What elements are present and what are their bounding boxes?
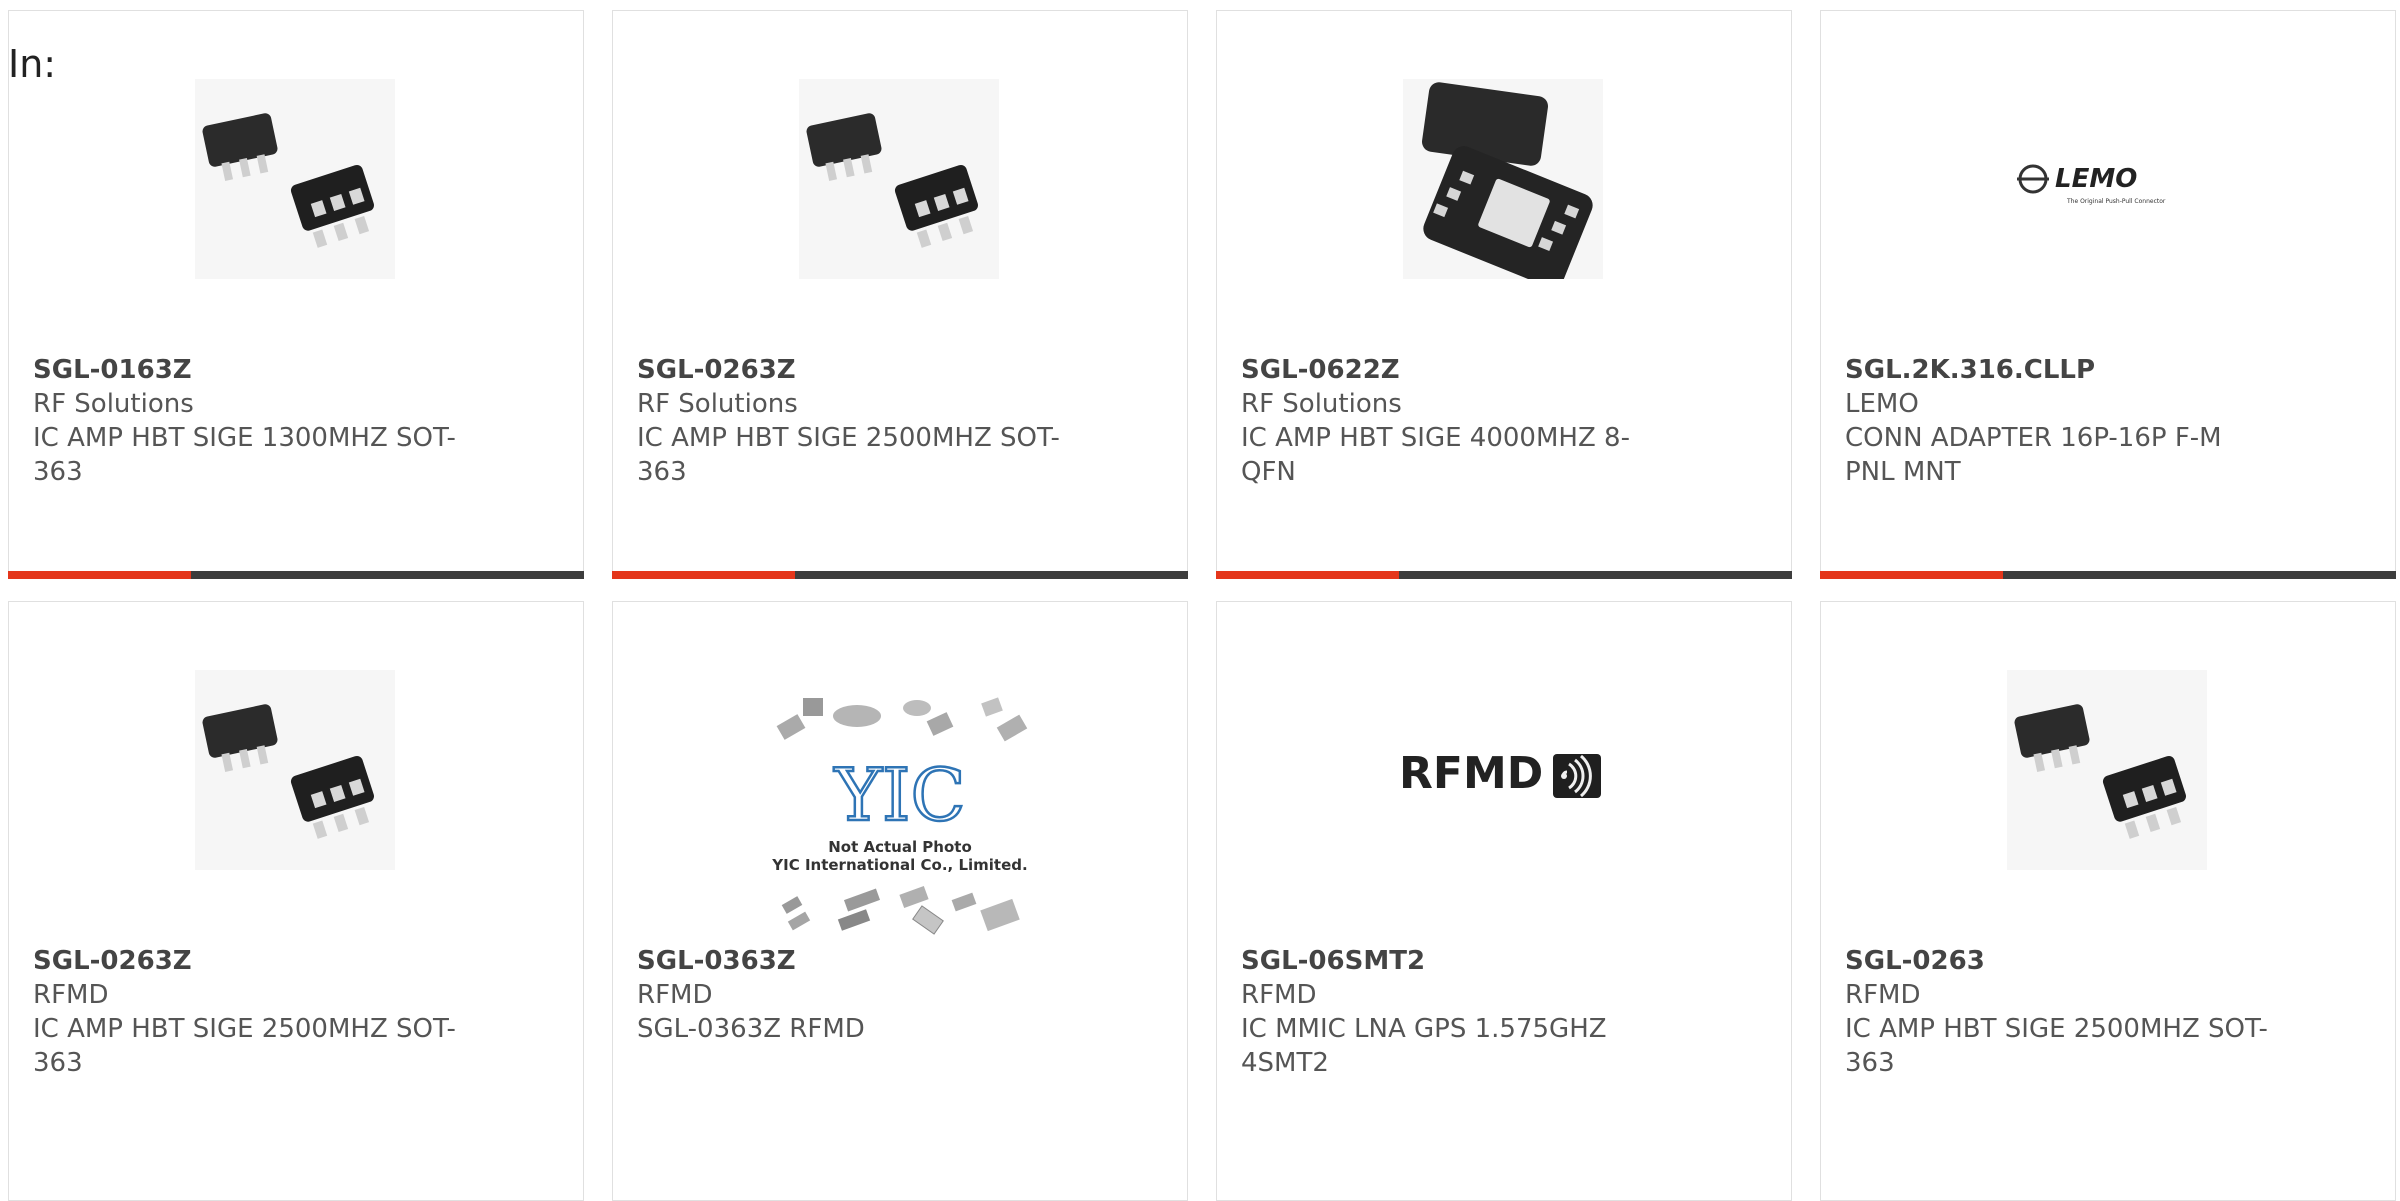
product-grid: SGL-0163Z RF Solutions IC AMP HBT SIGE 1… xyxy=(8,10,2400,1201)
product-image[interactable] xyxy=(195,670,395,870)
card-footer-bar xyxy=(1216,571,1792,579)
product-card[interactable]: RFMD SGL-06SMT2 RFMD IC MMIC LNA GPS 1.5… xyxy=(1216,601,1792,1201)
card-footer-bar xyxy=(8,571,584,579)
product-card[interactable]: SGL-0263Z RFMD IC AMP HBT SIGE 2500MHZ S… xyxy=(8,601,584,1201)
svg-text:RFMD: RFMD xyxy=(1403,748,1543,799)
manufacturer: RFMD xyxy=(637,980,713,1010)
part-number[interactable]: SGL.2K.316.CLLP xyxy=(1845,353,2275,387)
product-image[interactable]: RFMD xyxy=(1403,670,1603,870)
manufacturer: RFMD xyxy=(33,980,109,1010)
part-number[interactable]: SGL-0622Z xyxy=(1241,353,1671,387)
svg-text:The Original Push-Pull Connect: The Original Push-Pull Connector xyxy=(2066,198,2166,205)
part-number[interactable]: SGL-0263 xyxy=(1845,944,2275,978)
product-info: SGL-0363Z RFMD SGL-0363Z RFMD xyxy=(637,944,1067,1046)
rfmd-logo: RFMD xyxy=(1403,748,1601,799)
product-image[interactable]: YIC Not Actual Photo YIC International C… xyxy=(769,694,1031,936)
svg-text:YIC International Co., Limited: YIC International Co., Limited. xyxy=(771,856,1027,874)
description: IC AMP HBT SIGE 4000MHZ 8-QFN xyxy=(1241,423,1630,487)
card-footer-bar xyxy=(1820,571,2396,579)
sot363-chip-icon xyxy=(2014,704,2186,839)
manufacturer: RFMD xyxy=(1845,980,1921,1010)
part-number[interactable]: SGL-0263Z xyxy=(637,353,1067,387)
lemo-logo: LEMO The Original Push-Pull Connector xyxy=(2017,164,2166,205)
product-info: SGL-0263Z RF Solutions IC AMP HBT SIGE 2… xyxy=(637,353,1067,489)
product-card[interactable]: SGL-0622Z RF Solutions IC AMP HBT SIGE 4… xyxy=(1216,10,1792,579)
product-card[interactable]: LEMO The Original Push-Pull Connector SG… xyxy=(1820,10,2396,579)
product-info: SGL-0163Z RF Solutions IC AMP HBT SIGE 1… xyxy=(33,353,463,489)
filter-label: In: xyxy=(8,42,57,86)
product-info: SGL-0263Z RFMD IC AMP HBT SIGE 2500MHZ S… xyxy=(33,944,463,1080)
product-info: SGL-06SMT2 RFMD IC MMIC LNA GPS 1.575GHZ… xyxy=(1241,944,1671,1080)
qfn-chip-icon xyxy=(1422,82,1593,279)
product-image[interactable] xyxy=(799,79,999,279)
sot363-chip-icon xyxy=(806,113,978,248)
manufacturer: RF Solutions xyxy=(637,389,798,419)
product-image[interactable]: LEMO The Original Push-Pull Connector xyxy=(2007,79,2207,279)
manufacturer: LEMO xyxy=(1845,389,1919,419)
description: IC AMP HBT SIGE 2500MHZ SOT-363 xyxy=(637,423,1060,487)
part-number[interactable]: SGL-0363Z xyxy=(637,944,1067,978)
description: SGL-0363Z RFMD xyxy=(637,1014,865,1044)
product-card[interactable]: SGL-0163Z RF Solutions IC AMP HBT SIGE 1… xyxy=(8,10,584,579)
yic-placeholder-image: YIC Not Actual Photo YIC International C… xyxy=(771,697,1028,935)
product-card[interactable]: SGL-0263Z RF Solutions IC AMP HBT SIGE 2… xyxy=(612,10,1188,579)
description: IC AMP HBT SIGE 2500MHZ SOT-363 xyxy=(1845,1014,2268,1078)
product-info: SGL-0622Z RF Solutions IC AMP HBT SIGE 4… xyxy=(1241,353,1671,489)
product-image[interactable] xyxy=(1403,79,1603,279)
product-card[interactable]: YIC Not Actual Photo YIC International C… xyxy=(612,601,1188,1201)
part-number[interactable]: SGL-06SMT2 xyxy=(1241,944,1671,978)
product-image[interactable] xyxy=(2007,670,2207,870)
product-card[interactable]: SGL-0263 RFMD IC AMP HBT SIGE 2500MHZ SO… xyxy=(1820,601,2396,1201)
description: IC AMP HBT SIGE 1300MHZ SOT-363 xyxy=(33,423,456,487)
sot363-chip-icon xyxy=(202,704,374,839)
description: IC AMP HBT SIGE 2500MHZ SOT-363 xyxy=(33,1014,456,1078)
sot363-chip-icon xyxy=(202,113,374,248)
svg-text:YIC: YIC xyxy=(833,753,965,837)
card-footer-bar xyxy=(612,571,1188,579)
part-number[interactable]: SGL-0163Z xyxy=(33,353,463,387)
description: IC MMIC LNA GPS 1.575GHZ 4SMT2 xyxy=(1241,1014,1607,1078)
product-info: SGL.2K.316.CLLP LEMO CONN ADAPTER 16P-16… xyxy=(1845,353,2275,489)
description: CONN ADAPTER 16P-16P F-M PNL MNT xyxy=(1845,423,2222,487)
manufacturer: RF Solutions xyxy=(1241,389,1402,419)
manufacturer: RFMD xyxy=(1241,980,1317,1010)
product-image[interactable] xyxy=(195,79,395,279)
product-info: SGL-0263 RFMD IC AMP HBT SIGE 2500MHZ SO… xyxy=(1845,944,2275,1080)
part-number[interactable]: SGL-0263Z xyxy=(33,944,463,978)
svg-text:Not Actual Photo: Not Actual Photo xyxy=(828,838,972,856)
svg-text:LEMO: LEMO xyxy=(2055,164,2137,194)
manufacturer: RF Solutions xyxy=(33,389,194,419)
